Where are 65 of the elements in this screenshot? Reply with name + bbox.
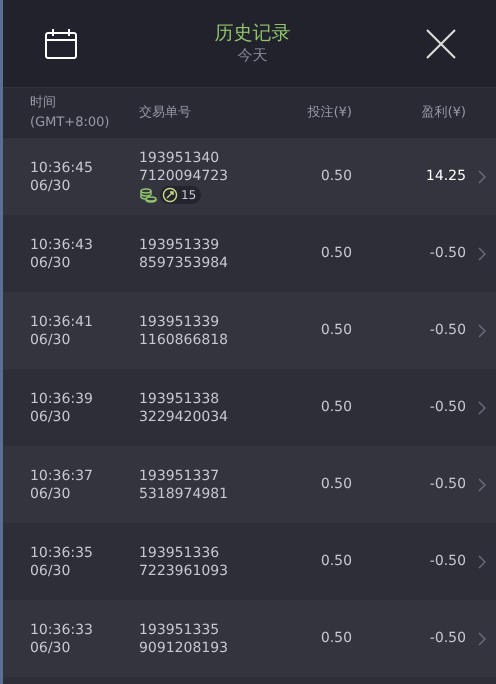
order-number: 1160866818	[139, 330, 230, 348]
time-text: 10:36:43	[30, 236, 94, 254]
arrow-circle-icon	[162, 187, 178, 203]
calendar-icon[interactable]	[43, 28, 79, 60]
chevron-right-icon	[478, 170, 486, 184]
order-number: 193951337	[139, 466, 220, 484]
chevron-right-icon	[478, 246, 486, 260]
history-row[interactable]: 10:36:37 06/30 193951337 5318974981 0.50 -0.50	[3, 446, 496, 523]
order-number: 193951336	[139, 544, 220, 562]
date-text: 06/30	[30, 408, 72, 426]
date-text: 06/30	[30, 254, 72, 272]
time-text: 10:36:35	[30, 544, 94, 562]
page-title: 历史记录	[214, 22, 290, 46]
bet-amount: 0.50	[320, 629, 352, 648]
column-header: 盈利(¥)	[420, 104, 466, 122]
profit-amount: -0.50	[428, 398, 466, 417]
chevron-right-icon	[478, 324, 486, 338]
time-text: 10:36:41	[30, 312, 94, 330]
order-number: 193951340	[139, 149, 220, 167]
date-text: 06/30	[30, 562, 72, 580]
history-row[interactable]: 10:36:41 06/30 193951339 1160866818 0.50 -0.50	[3, 292, 496, 369]
order-number: 193951338	[139, 390, 220, 408]
profit-amount: -0.50	[428, 244, 466, 263]
time-text: 10:36:39	[30, 390, 94, 408]
order-number: 8597353984	[139, 254, 230, 272]
chevron-right-icon	[478, 400, 486, 414]
bet-amount: 0.50	[320, 552, 352, 571]
chevron-right-icon	[478, 478, 486, 492]
order-number: 7120094723	[139, 167, 230, 185]
time-text: 10:36:37	[30, 466, 94, 484]
profit-amount: -0.50	[428, 629, 466, 648]
date-text: 06/30	[30, 330, 72, 348]
profit-amount: 14.25	[424, 167, 466, 186]
coins-icon	[139, 188, 157, 202]
close-icon[interactable]	[426, 28, 456, 58]
date-range-label: 今天	[238, 46, 268, 65]
date-text: 06/30	[30, 176, 72, 194]
profit-amount: -0.50	[428, 321, 466, 340]
order-number: 9091208193	[139, 638, 230, 656]
history-row[interactable]: 10:36:45 06/30 193951340 7120094723 15 0.50 14.25	[3, 138, 496, 215]
order-number: 7223961093	[139, 562, 230, 580]
column-header: 时间	[30, 94, 57, 112]
bet-amount: 0.50	[320, 167, 352, 186]
date-text: 06/30	[30, 638, 72, 656]
bet-amount: 0.50	[320, 475, 352, 494]
order-number: 193951339	[139, 236, 220, 254]
bet-amount: 0.50	[320, 244, 352, 263]
bet-amount: 0.50	[320, 398, 352, 417]
order-number: 193951335	[139, 620, 220, 638]
time-text: 10:36:45	[30, 158, 94, 176]
order-number: 5318974981	[139, 484, 230, 502]
profit-amount: -0.50	[428, 552, 466, 571]
date-text: 06/30	[30, 484, 72, 502]
history-row[interactable]: 10:36:33 06/30 193951335 9091208193 0.50 -0.50	[3, 600, 496, 677]
column-header: (GMT+8:00)	[30, 114, 110, 132]
time-text: 10:36:33	[30, 620, 94, 638]
column-header: 交易单号	[139, 104, 192, 122]
profit-amount: -0.50	[428, 475, 466, 494]
order-number: 3229420034	[139, 408, 230, 426]
bet-amount: 0.50	[320, 321, 352, 340]
badge-count: 15	[181, 187, 196, 204]
column-header: 投注(¥)	[306, 104, 352, 122]
order-number: 193951339	[139, 312, 220, 330]
chevron-right-icon	[478, 632, 486, 646]
chevron-right-icon	[478, 554, 486, 568]
